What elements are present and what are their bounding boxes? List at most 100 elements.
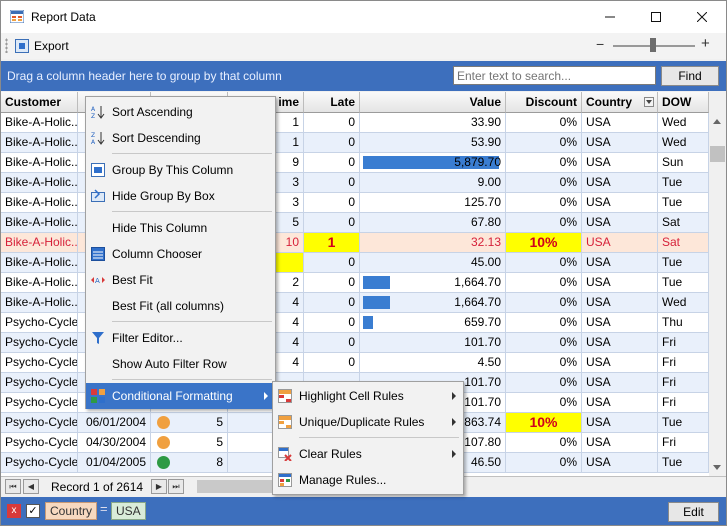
cell-country[interactable]: USA <box>582 413 658 432</box>
cell-dow[interactable]: Thu <box>658 313 709 332</box>
edit-filter-button[interactable]: Edit Filter <box>668 502 719 525</box>
cell-dow[interactable]: Fri <box>658 433 709 452</box>
cell-value[interactable]: 9.00 <box>360 173 506 192</box>
cell-value[interactable]: 32.13 <box>360 233 506 252</box>
filter-value-chip[interactable]: USA <box>111 502 146 520</box>
menu-item-conditional-formatting[interactable]: Conditional Formatting <box>86 383 275 409</box>
cell-discount[interactable]: 0% <box>506 213 582 232</box>
cell-customer[interactable]: Psycho-Cycle <box>1 453 78 472</box>
cell-value[interactable]: 101.70 <box>360 333 506 352</box>
cell-dow[interactable]: Tue <box>658 453 709 472</box>
cell-country[interactable]: USA <box>582 253 658 272</box>
scroll-down-icon[interactable] <box>713 465 721 470</box>
cell-late[interactable]: 0 <box>304 173 360 192</box>
maximize-button[interactable] <box>633 1 679 33</box>
cell-discount[interactable]: 0% <box>506 353 582 372</box>
cell-customer[interactable]: Bike-A-Holic... <box>1 133 78 152</box>
column-header-country[interactable]: Country <box>582 92 658 113</box>
cell-late[interactable]: 0 <box>304 193 360 212</box>
next-record-button[interactable]: ▶ <box>151 479 167 494</box>
cell-dow[interactable]: Fri <box>658 333 709 352</box>
last-record-button[interactable]: ⏭ <box>168 479 184 494</box>
cell-value[interactable]: 4.50 <box>360 353 506 372</box>
cell-dow[interactable]: Fri <box>658 353 709 372</box>
zoom-out-button[interactable]: − <box>596 36 604 52</box>
cell-discount[interactable]: 0% <box>506 373 582 392</box>
horizontal-scroll-thumb[interactable] <box>197 480 277 493</box>
cell-discount[interactable]: 0% <box>506 133 582 152</box>
cell-country[interactable]: USA <box>582 333 658 352</box>
export-button[interactable]: Export <box>12 36 72 56</box>
cell-discount[interactable]: 0% <box>506 393 582 412</box>
cell-dow[interactable]: Tue <box>658 273 709 292</box>
close-button[interactable] <box>679 1 725 33</box>
cell-country[interactable]: USA <box>582 373 658 392</box>
cell-dow[interactable]: Tue <box>658 173 709 192</box>
cell-customer[interactable]: Bike-A-Holic... <box>1 233 78 252</box>
cell-country[interactable]: USA <box>582 393 658 412</box>
cell-late[interactable]: 0 <box>304 293 360 312</box>
cell-discount[interactable]: 0% <box>506 253 582 272</box>
filter-enabled-checkbox[interactable]: ✓ <box>26 504 40 518</box>
cell-late[interactable]: 0 <box>304 113 360 132</box>
cell-customer[interactable]: Bike-A-Holic... <box>1 253 78 272</box>
clear-filter-button[interactable]: x <box>7 504 21 518</box>
cell-customer[interactable]: Psycho-Cycle <box>1 393 78 412</box>
menu-item-best-fit[interactable]: A Best Fit <box>86 267 275 293</box>
cell-customer[interactable]: Bike-A-Holic... <box>1 193 78 212</box>
column-header-dow[interactable]: DOW <box>658 92 709 113</box>
cell-date[interactable]: 04/30/2004 <box>78 433 151 452</box>
column-header-customer[interactable]: Customer <box>1 92 78 113</box>
cell-country[interactable]: USA <box>582 153 658 172</box>
cell-country[interactable]: USA <box>582 273 658 292</box>
minimize-button[interactable] <box>587 1 633 33</box>
cell-value[interactable]: 67.80 <box>360 213 506 232</box>
cell-country[interactable]: USA <box>582 313 658 332</box>
cell-customer[interactable]: Psycho-Cycle <box>1 433 78 452</box>
cell-dow[interactable]: Fri <box>658 393 709 412</box>
cell-dow[interactable]: Sat <box>658 213 709 232</box>
cell-date[interactable]: 01/04/2005 <box>78 453 151 472</box>
find-button[interactable]: Find <box>661 66 719 86</box>
cell-customer[interactable]: Bike-A-Holic... <box>1 153 78 172</box>
cell-qty[interactable]: 5 <box>151 413 228 432</box>
cell-qty[interactable]: 8 <box>151 453 228 472</box>
cell-value[interactable]: 33.90 <box>360 113 506 132</box>
menu-item-sort-descending[interactable]: ZA Sort Descending <box>86 125 275 151</box>
toolbar-grip-icon[interactable] <box>5 38 8 53</box>
cell-late[interactable]: 0 <box>304 253 360 272</box>
cell-discount[interactable]: 0% <box>506 293 582 312</box>
cell-discount[interactable]: 0% <box>506 313 582 332</box>
cell-date[interactable]: 06/01/2004 <box>78 413 151 432</box>
scroll-up-icon[interactable] <box>713 119 721 124</box>
cell-customer[interactable]: Psycho-Cycle <box>1 353 78 372</box>
search-input[interactable] <box>453 66 656 85</box>
cell-country[interactable]: USA <box>582 113 658 132</box>
cell-late[interactable]: 0 <box>304 153 360 172</box>
cell-dow[interactable]: Wed <box>658 133 709 152</box>
cell-late[interactable]: 0 <box>304 333 360 352</box>
cell-value[interactable]: 1,664.70 <box>360 293 506 312</box>
cell-dow[interactable]: Sun <box>658 153 709 172</box>
cell-value[interactable]: 125.70 <box>360 193 506 212</box>
cell-value[interactable]: 659.70 <box>360 313 506 332</box>
cell-country[interactable]: USA <box>582 353 658 372</box>
cell-qty[interactable]: 5 <box>151 433 228 452</box>
cell-dow[interactable]: Wed <box>658 113 709 132</box>
cell-customer[interactable]: Psycho-Cycle <box>1 373 78 392</box>
cell-country[interactable]: USA <box>582 293 658 312</box>
menu-item-filter-editor[interactable]: Filter Editor... <box>86 325 275 351</box>
cell-discount[interactable]: 0% <box>506 193 582 212</box>
cell-country[interactable]: USA <box>582 173 658 192</box>
cell-value[interactable]: 53.90 <box>360 133 506 152</box>
cell-discount[interactable]: 0% <box>506 453 582 472</box>
cell-dow[interactable]: Tue <box>658 193 709 212</box>
cell-country[interactable]: USA <box>582 233 658 252</box>
cell-customer[interactable]: Bike-A-Holic... <box>1 213 78 232</box>
cell-discount[interactable]: 0% <box>506 173 582 192</box>
cell-late[interactable]: 0 <box>304 133 360 152</box>
menu-item-hide-group-box[interactable]: Hide Group By Box <box>86 183 275 209</box>
cell-late[interactable]: 0 <box>304 313 360 332</box>
filter-column-chip[interactable]: Country <box>45 502 98 520</box>
cell-late[interactable]: 0 <box>304 353 360 372</box>
